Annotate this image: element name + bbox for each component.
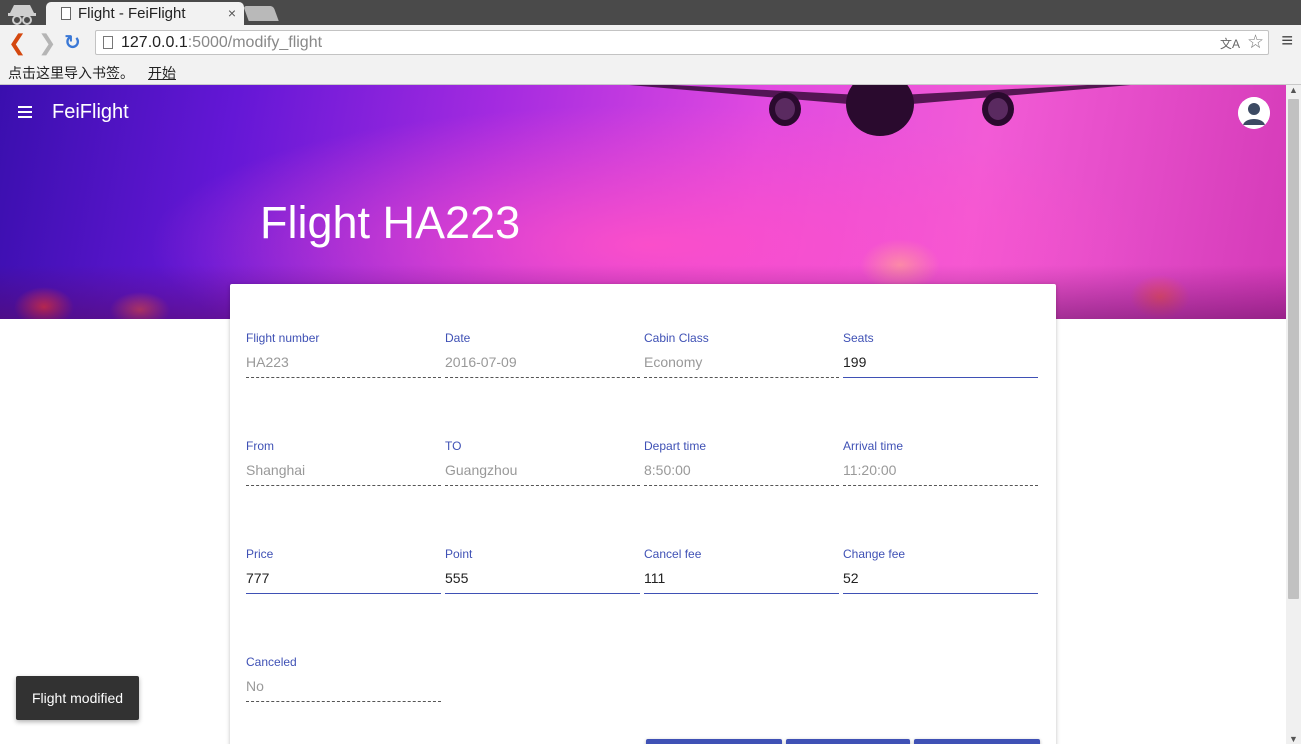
cabin-class-field: Cabin Class Economy <box>644 331 839 381</box>
field-underline <box>445 485 640 486</box>
field-value[interactable]: 777 <box>246 570 269 586</box>
incognito-icon <box>8 5 36 25</box>
action-button-1[interactable] <box>646 739 782 744</box>
field-value[interactable]: 52 <box>843 570 859 586</box>
field-label: Price <box>246 547 274 561</box>
airplane-image <box>629 85 1131 136</box>
field-value: Shanghai <box>246 462 306 478</box>
field-underline <box>246 485 441 486</box>
arrival-time-field: Arrival time 11:20:00 <box>843 439 1038 489</box>
field-value: 11:20:00 <box>843 462 897 478</box>
field-value: Economy <box>644 354 703 370</box>
reload-icon[interactable]: ↻ <box>64 30 81 55</box>
from-field: From Shanghai <box>246 439 441 489</box>
field-label: Date <box>445 331 471 345</box>
action-button-3[interactable] <box>914 739 1040 744</box>
field-value[interactable]: 555 <box>445 570 468 586</box>
change-fee-input[interactable]: Change fee 52 <box>843 547 1038 597</box>
field-underline <box>644 485 839 486</box>
field-value: No <box>246 678 264 694</box>
translate-icon[interactable]: 文A <box>1220 35 1240 52</box>
field-label: TO <box>445 439 462 453</box>
field-label: Cancel fee <box>644 547 702 561</box>
seats-input[interactable]: Seats 199 <box>843 331 1038 381</box>
flight-number-field: Flight number HA223 <box>246 331 441 381</box>
field-value: HA223 <box>246 354 289 370</box>
date-field: Date 2016-07-09 <box>445 331 640 381</box>
field-label: Cabin Class <box>644 331 709 345</box>
field-label: Seats <box>843 331 874 345</box>
scrollbar-thumb[interactable] <box>1288 99 1299 599</box>
scroll-up-icon[interactable]: ▲ <box>1289 85 1298 95</box>
field-underline <box>843 485 1038 486</box>
field-underline <box>246 377 441 378</box>
url-path: :5000/modify_flight <box>187 34 323 51</box>
snackbar: Flight modified <box>16 676 139 720</box>
field-label: Depart time <box>644 439 707 453</box>
page-title: Flight HA223 <box>260 197 521 248</box>
action-button-2[interactable] <box>786 739 910 744</box>
page-icon <box>61 7 71 20</box>
bookmarks-import-hint: 点击这里导入书签。 <box>8 65 134 81</box>
field-value[interactable]: 111 <box>644 570 665 586</box>
field-value[interactable]: 199 <box>843 354 866 370</box>
browser-toolbar: ❮ ❯ ↻ 127.0.0.1:5000/modify_flight 文A ☆ … <box>0 25 1301 60</box>
field-underline <box>644 593 839 594</box>
tab-close-icon[interactable]: × <box>228 5 236 21</box>
field-underline <box>246 701 441 702</box>
depart-time-field: Depart time 8:50:00 <box>644 439 839 489</box>
field-label: Flight number <box>246 331 320 345</box>
flight-form-card: Flight number HA223 Date 2016-07-09 Cabi… <box>230 284 1056 744</box>
to-field: TO Guangzhou <box>445 439 640 489</box>
field-underline <box>445 593 640 594</box>
field-underline <box>246 593 441 594</box>
cancel-fee-input[interactable]: Cancel fee 111 <box>644 547 839 597</box>
field-value: Guangzhou <box>445 462 518 478</box>
url-text[interactable]: 127.0.0.1:5000/modify_flight <box>121 34 322 52</box>
price-input[interactable]: Price 777 <box>246 547 441 597</box>
avatar-icon[interactable] <box>1238 97 1270 129</box>
address-bar[interactable]: 127.0.0.1:5000/modify_flight 文A ☆ <box>95 30 1269 55</box>
field-label: Canceled <box>246 655 297 669</box>
chrome-menu-icon[interactable]: ≡ <box>1281 30 1293 53</box>
tab-title: Flight - FeiFlight <box>78 5 186 22</box>
field-value: 8:50:00 <box>644 462 691 478</box>
page-viewport: FeiFlight Flight HA223 Flight number HA2… <box>0 85 1286 744</box>
bookmarks-start-link[interactable]: 开始 <box>148 63 176 83</box>
page-scrollbar[interactable]: ▲ ▼ <box>1286 85 1301 744</box>
page-icon <box>103 36 113 49</box>
scroll-down-icon[interactable]: ▼ <box>1289 734 1298 744</box>
star-icon[interactable]: ☆ <box>1247 31 1264 54</box>
new-tab-button[interactable] <box>243 6 279 21</box>
field-value: 2016-07-09 <box>445 354 517 370</box>
field-label: Arrival time <box>843 439 904 453</box>
field-underline <box>843 377 1038 378</box>
field-underline <box>644 377 839 378</box>
hamburger-icon[interactable] <box>18 106 34 120</box>
field-underline <box>445 377 640 378</box>
field-underline <box>843 593 1038 594</box>
snackbar-message: Flight modified <box>32 690 124 706</box>
browser-tab-strip: Flight - FeiFlight × <box>0 0 1301 25</box>
bookmarks-bar: 点击这里导入书签。 开始 <box>0 60 1301 85</box>
back-icon[interactable]: ❮ <box>8 30 26 56</box>
browser-tab-active[interactable]: Flight - FeiFlight × <box>46 2 244 25</box>
point-input[interactable]: Point 555 <box>445 547 640 597</box>
url-host: 127.0.0.1 <box>121 34 188 51</box>
canceled-field: Canceled No <box>246 655 441 705</box>
app-brand[interactable]: FeiFlight <box>52 101 129 124</box>
field-label: Point <box>445 547 473 561</box>
forward-icon[interactable]: ❯ <box>38 30 56 56</box>
field-label: From <box>246 439 274 453</box>
field-label: Change fee <box>843 547 906 561</box>
